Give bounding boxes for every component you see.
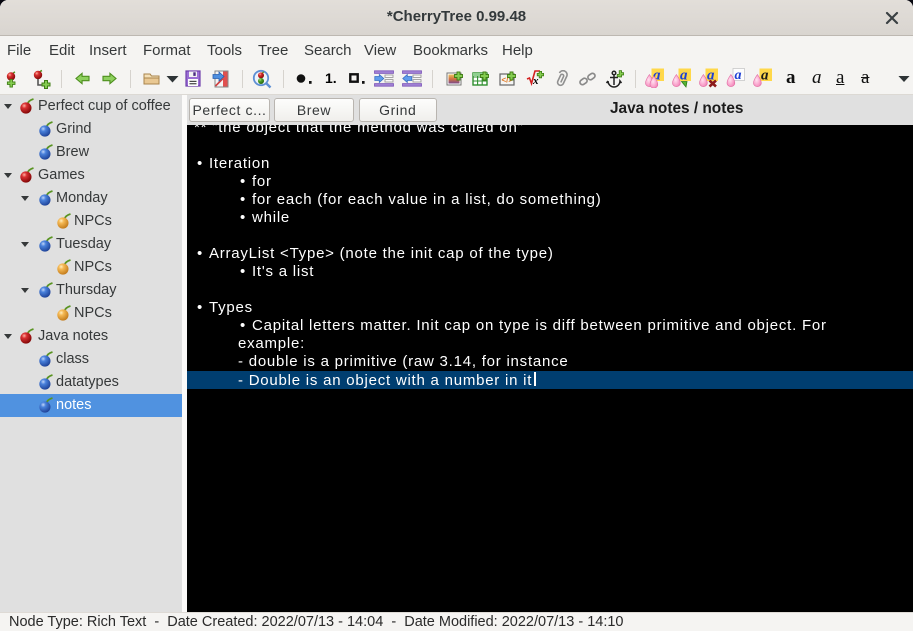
svg-text:1.: 1. bbox=[325, 71, 337, 85]
svg-text:x: x bbox=[532, 75, 539, 87]
svg-text:a: a bbox=[735, 68, 742, 83]
svg-text:a: a bbox=[761, 68, 769, 84]
